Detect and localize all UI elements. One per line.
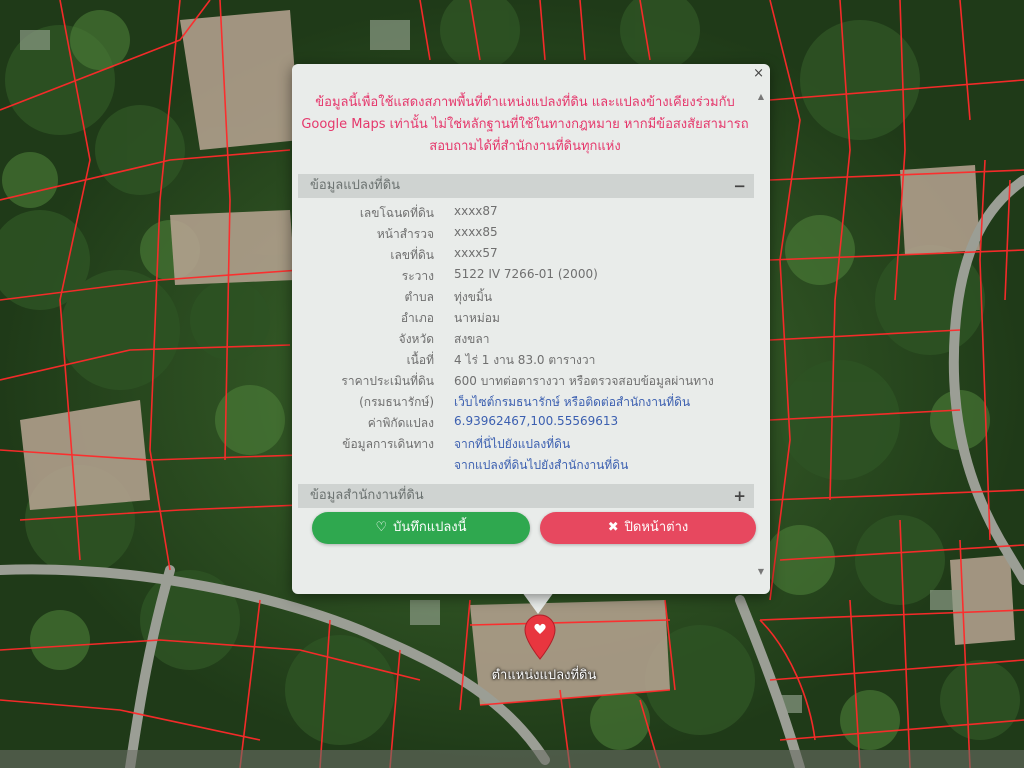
x-icon: ✖ — [607, 520, 619, 535]
scroll-down-icon[interactable]: ▼ — [758, 567, 764, 576]
office-section-title: ข้อมูลสำนักงานที่ดิน — [310, 488, 424, 503]
location-pin-icon[interactable] — [524, 614, 556, 664]
info-label: จังหวัด — [398, 332, 434, 346]
coordinates-link[interactable]: 6.93962467,100.55569613 — [454, 414, 618, 428]
info-label: ตำบล — [404, 290, 434, 304]
info-label: (กรมธนารักษ์) — [359, 395, 434, 409]
expand-icon[interactable]: + — [733, 484, 746, 508]
info-value: 4 ไร่ 1 งาน 83.0 ตารางวา — [454, 353, 596, 367]
save-parcel-label: บันทึกแปลงนี้ — [393, 520, 467, 535]
info-label: ระวาง — [401, 269, 434, 283]
save-parcel-button[interactable]: ♡ บันทึกแปลงนี้ — [312, 512, 530, 544]
close-window-button[interactable]: ✖ ปิดหน้าต่าง — [540, 512, 756, 544]
info-row-coordinates: ค่าพิกัดแปลง 6.93962467,100.55569613 — [298, 414, 754, 435]
info-value: xxxx57 — [454, 246, 498, 260]
info-row-appraisal: ราคาประเมินที่ดิน 600 บาทต่อตารางวา หรือ… — [298, 372, 754, 393]
info-row-deed-number: เลขโฉนดที่ดิน xxxx87 — [298, 204, 754, 225]
info-label: หน้าสำรวจ — [376, 227, 434, 241]
scroll-up-icon[interactable]: ▲ — [758, 92, 764, 101]
popup-pointer — [522, 592, 554, 614]
parcel-info-popup: × ▲ ▼ ข้อมูลนี้เพื่อใช้แสดงสภาพพื้นที่ตำ… — [292, 64, 770, 594]
directions-to-parcel-link[interactable]: จากที่นี่ไปยังแปลงที่ดิน — [454, 435, 570, 454]
info-label: ข้อมูลการเดินทาง — [342, 437, 434, 451]
info-label: เลขที่ดิน — [390, 248, 434, 262]
parcel-section-title: ข้อมูลแปลงที่ดิน — [310, 178, 401, 193]
info-label: เลขโฉนดที่ดิน — [359, 206, 434, 220]
parcel-info-table: เลขโฉนดที่ดิน xxxx87 หน้าสำรวจ xxxx85 เล… — [298, 204, 754, 477]
close-icon[interactable]: × — [753, 66, 764, 81]
info-row-survey-page: หน้าสำรวจ xxxx85 — [298, 225, 754, 246]
disclaimer-line: สอบถามได้ที่สำนักงานที่ดินทุกแห่ง — [429, 139, 621, 154]
info-label: เนื้อที่ — [406, 353, 434, 367]
info-row-directions-office: จากแปลงที่ดินไปยังสำนักงานที่ดิน — [298, 456, 754, 477]
info-row-area: เนื้อที่ 4 ไร่ 1 งาน 83.0 ตารางวา — [298, 351, 754, 372]
disclaimer-line: ข้อมูลนี้เพื่อใช้แสดงสภาพพื้นที่ตำแหน่งแ… — [315, 95, 735, 110]
info-value: xxxx85 — [454, 225, 498, 239]
info-row-subdistrict: ตำบล ทุ่งขมิ้น — [298, 288, 754, 309]
disclaimer-line: Google Maps เท่านั้น ไม่ใช่หลักฐานที่ใช้… — [301, 117, 749, 132]
treasury-website-link[interactable]: เว็บไซต์กรมธนารักษ์ หรือติดต่อสำนักงานที… — [454, 393, 690, 412]
marker-label: ตำแหน่งแปลงที่ดิน — [491, 668, 597, 683]
info-label: ค่าพิกัดแปลง — [367, 416, 434, 430]
info-value: xxxx87 — [454, 204, 498, 218]
info-label: ราคาประเมินที่ดิน — [341, 374, 434, 388]
info-row-map-sheet: ระวาง 5122 IV 7266-01 (2000) — [298, 267, 754, 288]
info-value: นาหม่อม — [454, 311, 500, 325]
info-row-directions: ข้อมูลการเดินทาง จากที่นี่ไปยังแปลงที่ดิ… — [298, 435, 754, 456]
disclaimer-text: ข้อมูลนี้เพื่อใช้แสดงสภาพพื้นที่ตำแหน่งแ… — [300, 92, 750, 158]
collapse-icon[interactable]: − — [733, 174, 746, 198]
info-row-province: จังหวัด สงขลา — [298, 330, 754, 351]
info-value: ทุ่งขมิ้น — [454, 290, 493, 304]
heart-icon: ♡ — [375, 520, 388, 535]
info-value: 600 บาทต่อตารางวา หรือตรวจสอบข้อมูลผ่านท… — [454, 374, 714, 388]
info-row-land-number: เลขที่ดิน xxxx57 — [298, 246, 754, 267]
info-label: อำเภอ — [400, 311, 434, 325]
close-window-label: ปิดหน้าต่าง — [624, 520, 689, 535]
office-section-header[interactable]: ข้อมูลสำนักงานที่ดิน + — [298, 484, 754, 508]
info-row-treasury: (กรมธนารักษ์) เว็บไซต์กรมธนารักษ์ หรือติ… — [298, 393, 754, 414]
info-value: 5122 IV 7266-01 (2000) — [454, 267, 598, 281]
parcel-section-header[interactable]: ข้อมูลแปลงที่ดิน − — [298, 174, 754, 198]
directions-to-office-link[interactable]: จากแปลงที่ดินไปยังสำนักงานที่ดิน — [454, 456, 628, 475]
info-row-district: อำเภอ นาหม่อม — [298, 309, 754, 330]
info-value: สงขลา — [454, 332, 490, 346]
